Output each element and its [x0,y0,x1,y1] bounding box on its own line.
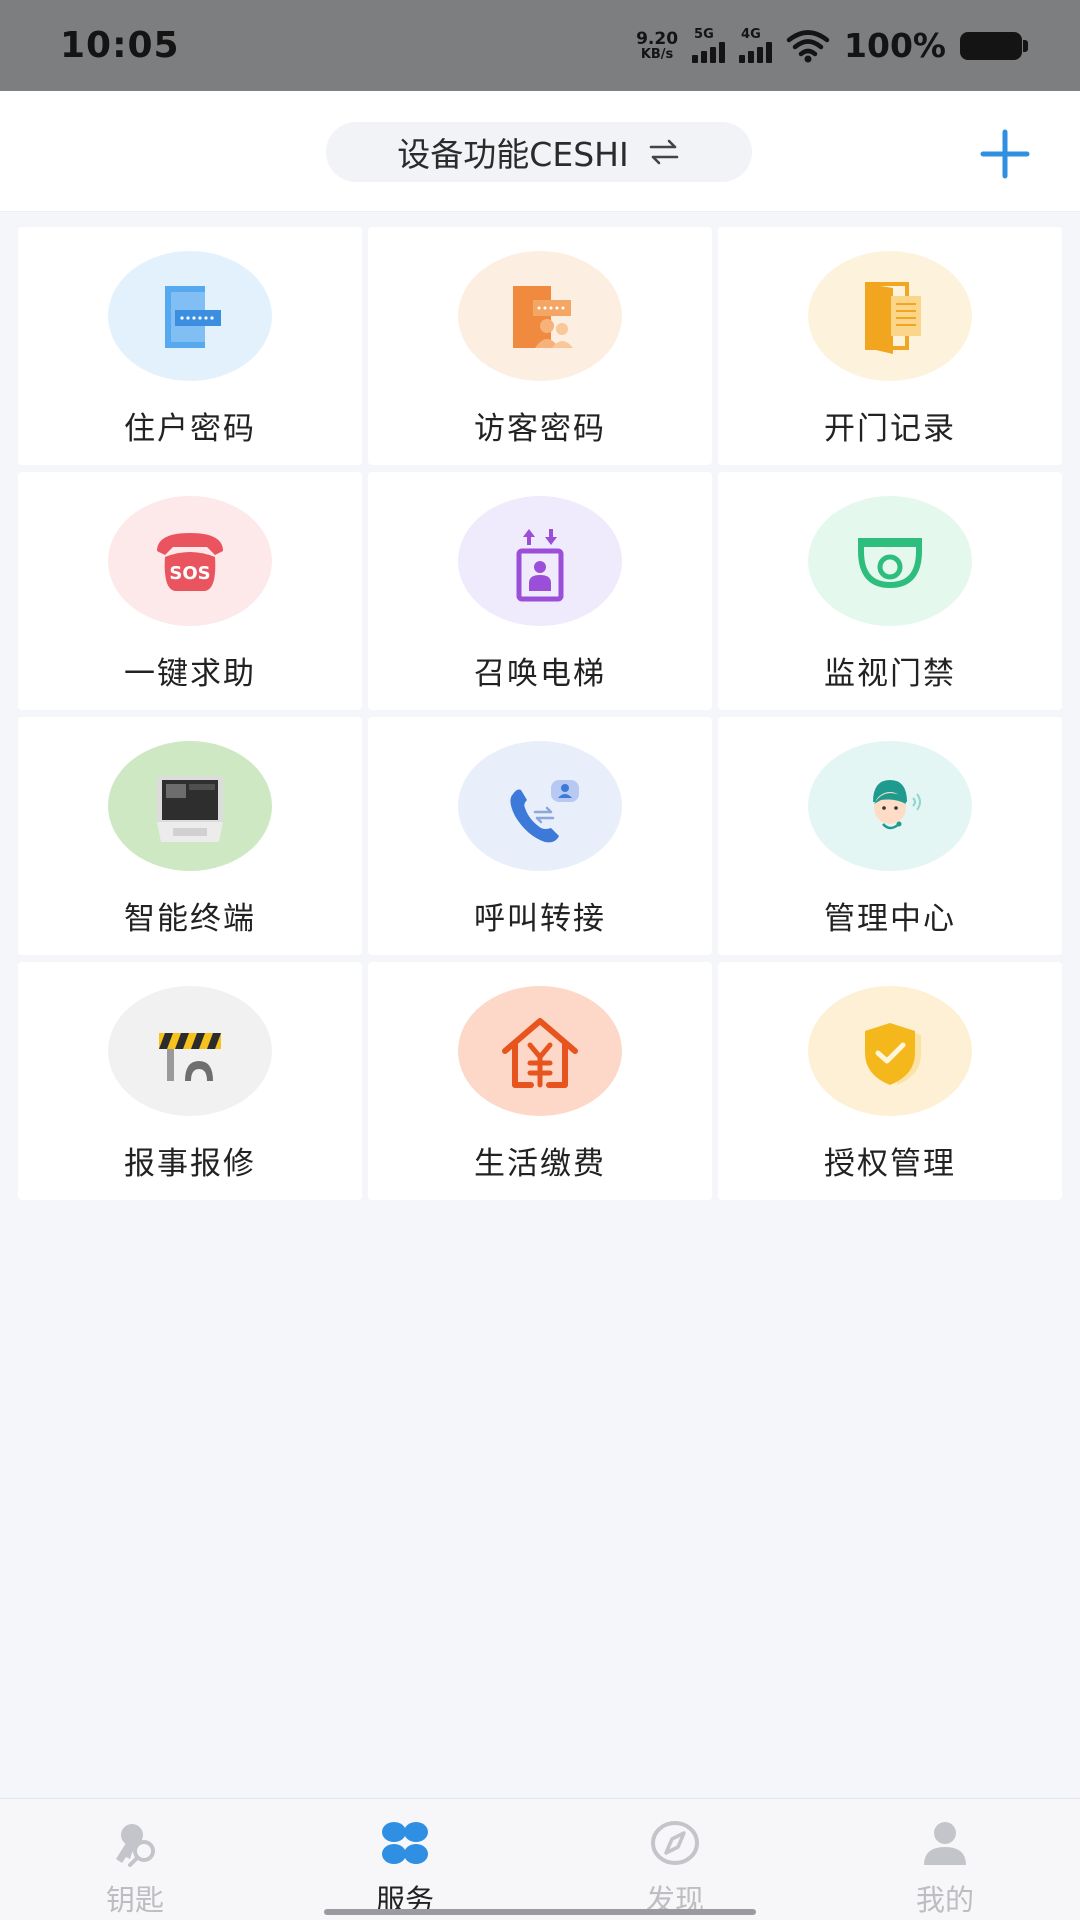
device-name: 设备功能CESHI [397,135,629,174]
network-speed-unit: KB/s [640,46,674,62]
battery-icon [960,31,1028,60]
home-indicator[interactable] [324,1909,756,1915]
signal-5g: 5G [692,27,726,63]
tile-sos-help[interactable]: SOS 一键求助 [18,472,362,710]
tile-door-record[interactable]: 开门记录 [718,227,1062,465]
tile-label: 召唤电梯 [474,656,606,692]
top-header: 设备功能CESHI [0,91,1080,212]
tile-label: 监视门禁 [824,656,956,692]
tile-report-repair[interactable]: 报事报修 [18,962,362,1200]
status-time: 10:05 [60,25,180,66]
tile-label: 管理中心 [824,901,956,937]
tile-label: 访客密码 [474,411,606,447]
call-transfer-icon [458,741,622,871]
service-agent-icon [808,741,972,871]
wifi-icon [786,29,830,62]
service-grid-icon [382,1822,428,1864]
nav-label: 我的 [915,1883,974,1917]
tile-call-transfer[interactable]: 呼叫转接 [368,717,712,955]
tile-label: 生活缴费 [474,1146,606,1182]
visitor-password-icon [458,251,622,381]
tile-label: 呼叫转接 [474,901,606,937]
signal-bars-icon [739,41,773,63]
device-switcher[interactable]: 设备功能CESHI [326,122,752,182]
tile-label: 授权管理 [824,1146,956,1182]
profile-icon [924,1822,966,1865]
tile-smart-terminal[interactable]: 智能终端 [18,717,362,955]
signal-5g-label: 5G [694,27,714,42]
smart-terminal-icon [108,741,272,871]
tile-call-elevator[interactable]: 召唤电梯 [368,472,712,710]
svg-text:SOS: SOS [169,563,210,584]
tile-living-payment[interactable]: 生活缴费 [368,962,712,1200]
nav-item-mine[interactable]: 我的 [810,1799,1080,1920]
add-device-button[interactable] [980,129,1030,179]
signal-bars-icon [692,41,726,63]
compass-icon [651,1821,699,1865]
camera-icon [808,496,972,626]
status-indicators: 9.20 KB/s 5G 4G 100% [636,26,1028,65]
resident-password-icon [108,251,272,381]
tile-label: 住户密码 [124,411,256,447]
swap-arrows-icon [649,139,678,165]
nav-label: 钥匙 [105,1883,164,1917]
battery-percent: 100% [844,26,946,65]
tile-label: 智能终端 [124,901,256,937]
elevator-icon [458,496,622,626]
tile-visitor-password[interactable]: 访客密码 [368,227,712,465]
signal-4g-label: 4G [741,27,761,42]
signal-4g: 4G [739,27,773,63]
status-bar: 10:05 9.20 KB/s 5G 4G 100% [0,0,1080,91]
tile-monitor-access[interactable]: 监视门禁 [718,472,1062,710]
nav-item-keys[interactable]: 钥匙 [0,1799,270,1920]
tile-label: 开门记录 [824,411,956,447]
app-screen: 10:05 9.20 KB/s 5G 4G 100% 设备功能CESHI 住户密… [0,0,1080,1920]
door-record-icon [808,251,972,381]
function-grid: 住户密码 访客密码 开门记录 SOS 一键求助 召唤电梯 监视门禁 智能终端 呼… [18,227,1062,1200]
payment-house-icon [458,986,622,1116]
sos-phone-icon: SOS [108,496,272,626]
tile-authorization-management[interactable]: 授权管理 [718,962,1062,1200]
network-speed: 9.20 KB/s [636,28,679,62]
tile-label: 一键求助 [124,656,256,692]
bottom-navigation: 钥匙 服务 发现 我的 [0,1798,1080,1920]
authorization-shield-icon [808,986,972,1116]
tile-label: 报事报修 [124,1146,256,1182]
network-speed-value: 9.20 [636,28,679,49]
tile-resident-password[interactable]: 住户密码 [18,227,362,465]
nav-item-service[interactable]: 服务 [270,1799,540,1920]
tile-management-center[interactable]: 管理中心 [718,717,1062,955]
repair-barrier-icon [108,986,272,1116]
nav-item-discover[interactable]: 发现 [540,1799,810,1920]
key-icon [116,1824,155,1867]
